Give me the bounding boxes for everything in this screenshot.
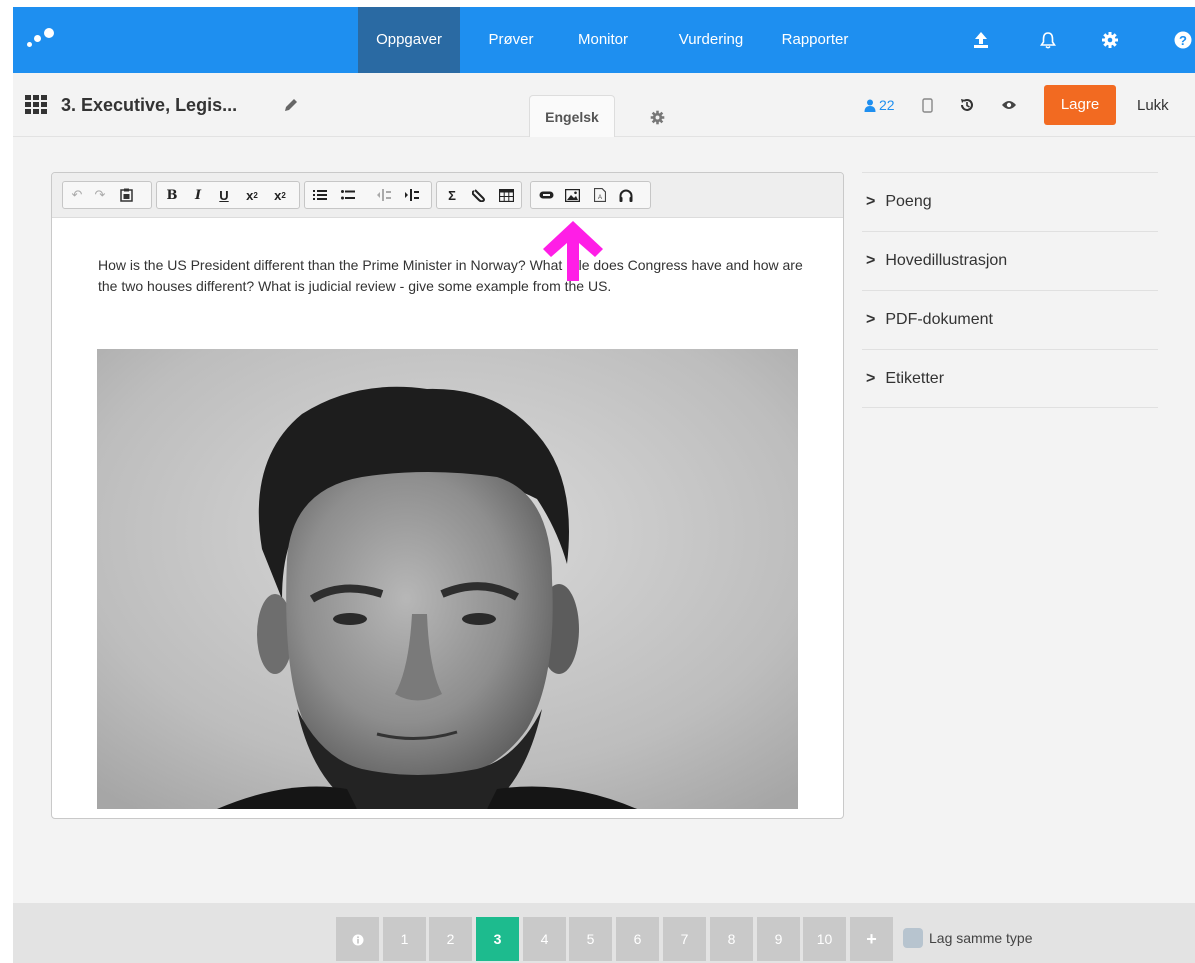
paste-icon[interactable]	[115, 182, 137, 208]
page-button-6[interactable]: 6	[616, 917, 659, 961]
edit-title-icon[interactable]	[283, 97, 299, 118]
attachment-icon[interactable]	[467, 182, 489, 208]
svg-text:?: ?	[1179, 33, 1187, 48]
bold-icon[interactable]: B	[161, 182, 183, 208]
top-nav: Oppgaver Prøver Monitor Vurdering Rappor…	[13, 7, 1195, 73]
close-button[interactable]: Lukk	[1137, 97, 1169, 114]
same-type-checkbox[interactable]	[903, 928, 923, 948]
table-icon[interactable]	[495, 182, 517, 208]
question-pagination: 1 2 3 4 5 6 7 8 9 10 + Lag samme type	[13, 903, 1195, 963]
save-button[interactable]: Lagre	[1044, 85, 1116, 125]
page-button-3[interactable]: 3	[476, 917, 519, 961]
page-button-7[interactable]: 7	[663, 917, 706, 961]
toolbar-group-format: B I U x2 x2	[156, 181, 300, 209]
tablet-icon[interactable]	[917, 95, 937, 115]
portrait-image	[97, 349, 798, 809]
tab-language[interactable]: Engelsk	[529, 95, 615, 137]
logo-icon[interactable]	[25, 25, 65, 55]
bullet-list-icon[interactable]	[337, 182, 359, 208]
help-icon[interactable]: ?	[1170, 27, 1195, 53]
subscript-icon[interactable]: x2	[241, 182, 263, 208]
nav-tab-rapporter[interactable]: Rapporter	[767, 7, 863, 73]
panel-item-pdf-dokument[interactable]: > PDF-dokument	[862, 290, 1158, 349]
highlight-arrow-icon	[541, 219, 605, 281]
nav-tab-monitor[interactable]: Monitor	[561, 7, 645, 73]
formula-sigma-icon[interactable]: Σ	[441, 182, 463, 208]
user-count[interactable]: 22	[864, 97, 895, 113]
image-icon[interactable]	[561, 182, 583, 208]
page-button-1[interactable]: 1	[383, 917, 426, 961]
panel-item-hovedillustrasjon[interactable]: > Hovedillustrasjon	[862, 231, 1158, 290]
italic-icon[interactable]: I	[187, 182, 209, 208]
properties-panel: > Poeng > Hovedillustrasjon > PDF-dokume…	[862, 172, 1158, 408]
bell-icon[interactable]	[1035, 27, 1061, 53]
app: Oppgaver Prøver Monitor Vurdering Rappor…	[13, 7, 1195, 963]
page-button-2[interactable]: 2	[429, 917, 472, 961]
question-text[interactable]: How is the US President different than t…	[98, 255, 818, 297]
panel-item-label: PDF-dokument	[885, 311, 993, 328]
page-button-8[interactable]: 8	[710, 917, 753, 961]
outdent-icon[interactable]	[373, 182, 395, 208]
history-icon[interactable]	[957, 95, 977, 115]
link-icon[interactable]	[535, 182, 557, 208]
undo-icon[interactable]: ↶	[66, 182, 88, 208]
user-icon	[864, 99, 876, 112]
toolbar-group-media: A	[530, 181, 651, 209]
same-type-label: Lag samme type	[929, 930, 1033, 946]
preview-eye-icon[interactable]	[999, 95, 1019, 115]
info-icon[interactable]	[336, 917, 379, 961]
page-button-10[interactable]: 10	[803, 917, 846, 961]
same-type-option[interactable]: Lag samme type	[903, 928, 1033, 948]
numbered-list-icon[interactable]	[309, 182, 331, 208]
nav-tab-vurdering[interactable]: Vurdering	[665, 7, 757, 73]
chevron-right-icon: >	[866, 193, 876, 210]
chevron-right-icon: >	[866, 311, 876, 328]
page-button-9[interactable]: 9	[757, 917, 800, 961]
gear-icon[interactable]	[1097, 27, 1123, 53]
panel-item-poeng[interactable]: > Poeng	[862, 172, 1158, 231]
chevron-right-icon: >	[866, 252, 876, 269]
nav-tab-prover[interactable]: Prøver	[471, 7, 551, 73]
redo-icon[interactable]: ↷	[89, 182, 111, 208]
editor-toolbar: ↶ ↷ B I U x2 x2 Σ A	[52, 173, 843, 218]
toolbar-group-history: ↶ ↷	[62, 181, 152, 209]
panel-item-label: Etiketter	[885, 369, 945, 387]
add-question-button[interactable]: +	[850, 917, 893, 961]
upload-icon[interactable]	[968, 27, 994, 53]
user-count-value: 22	[879, 97, 895, 113]
page-button-4[interactable]: 4	[523, 917, 566, 961]
indent-icon[interactable]	[401, 182, 423, 208]
panel-item-etiketter[interactable]: > Etiketter	[862, 349, 1158, 408]
question-editor[interactable]: ↶ ↷ B I U x2 x2 Σ A How is the US Presid…	[51, 172, 844, 819]
task-header: 3. Executive, Legis... Engelsk 22 Lagre …	[13, 73, 1195, 137]
panel-item-label: Poeng	[885, 193, 932, 210]
toolbar-group-lists	[304, 181, 432, 209]
settings-gear-icon[interactable]	[649, 109, 666, 131]
grid-menu-icon[interactable]	[25, 95, 51, 115]
svg-text:A: A	[598, 195, 602, 201]
page-button-5[interactable]: 5	[569, 917, 612, 961]
underline-icon[interactable]: U	[213, 182, 235, 208]
panel-item-label: Hovedillustrasjon	[885, 252, 1008, 269]
pdf-icon[interactable]: A	[589, 182, 611, 208]
toolbar-group-insert: Σ	[436, 181, 522, 209]
audio-icon[interactable]	[615, 182, 637, 208]
task-title: 3. Executive, Legis...	[61, 95, 238, 115]
nav-tab-oppgaver[interactable]: Oppgaver	[358, 7, 460, 73]
superscript-icon[interactable]: x2	[269, 182, 291, 208]
chevron-right-icon: >	[866, 369, 876, 387]
